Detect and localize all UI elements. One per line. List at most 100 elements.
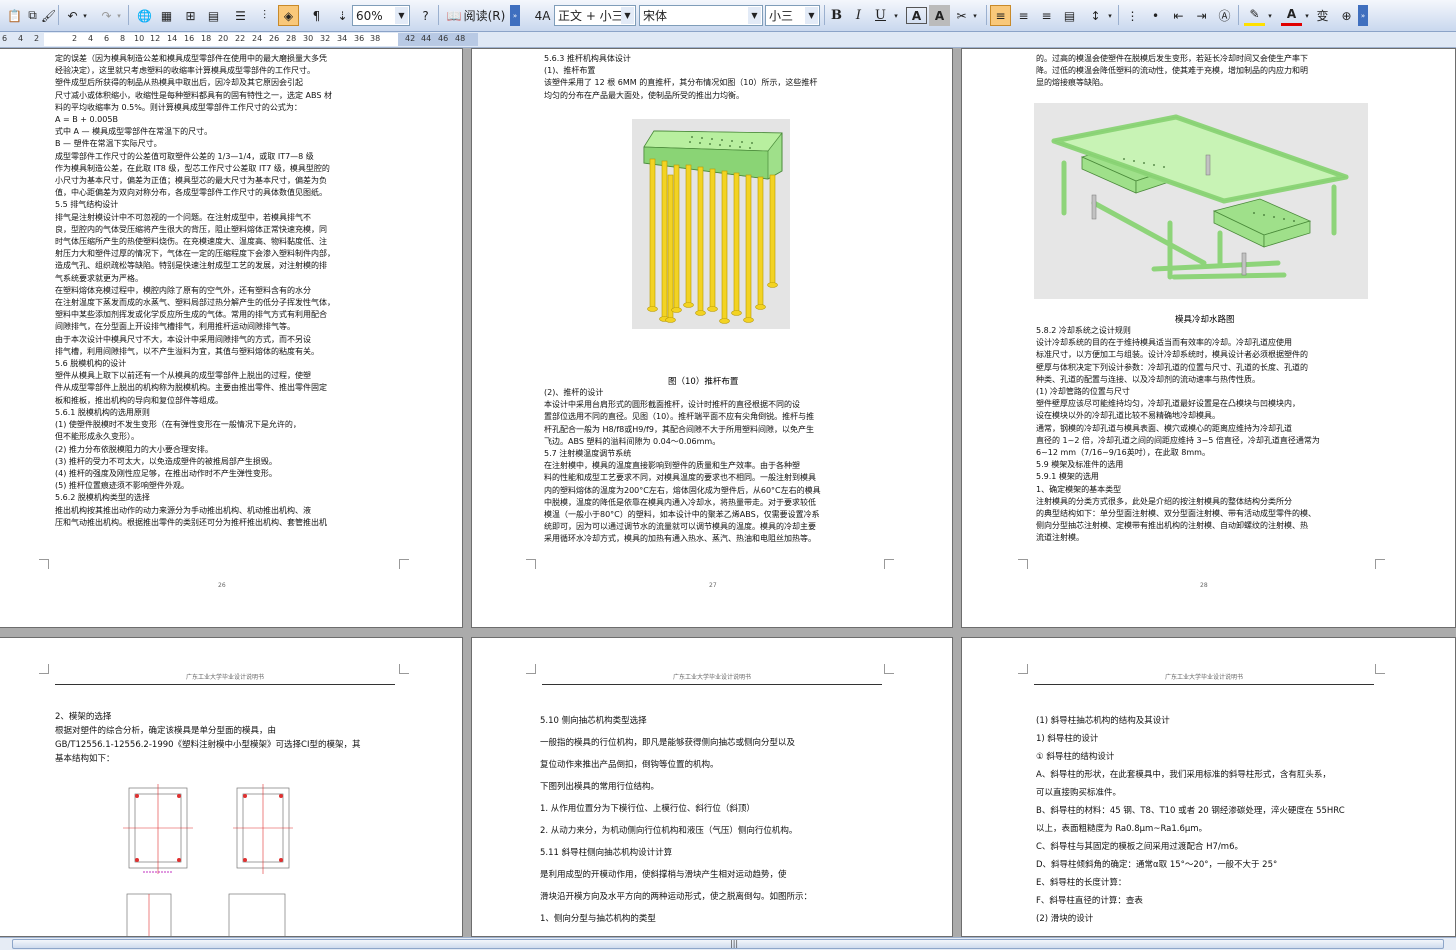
ruler-tick: 8 [120, 34, 126, 43]
document-page[interactable]: 广东工业大学毕业设计说明书 5.10 侧向抽芯机构类型选择 一般指的模具的行位机… [471, 637, 953, 937]
char-scale-icon[interactable]: ✂ [951, 5, 972, 26]
help-icon[interactable]: ? [415, 5, 436, 26]
ruler-tick: 10 [134, 34, 145, 43]
styles-icon[interactable]: 4A [532, 5, 553, 26]
formatting-toolbar: 📋 ⧉ 🖌 ↶ ▾ ↷ ▾ 🌐 ▦ ⊞ ▤ ☰ ⫶ ◈ ¶ ⇣ 60% ▼ ? … [0, 0, 1456, 32]
font-color-icon[interactable]: A [1281, 5, 1302, 26]
insert-table-icon[interactable]: ⊞ [180, 5, 201, 26]
text-line: 压和气动推出机构。根据推出零件的类别还可分为推杆推出机构、套管推出机 [55, 517, 327, 527]
drawing-icon[interactable]: ⫶ [254, 5, 275, 26]
text-line: 塑件壁厚应该尽可能维持均匀，冷却孔道最好设置是在凸模块与凹模块内， [1036, 399, 1300, 409]
ruler-tick: 14 [167, 34, 178, 43]
columns-icon[interactable]: ☰ [230, 5, 251, 26]
hyperlink-icon[interactable]: 🌐 [134, 5, 155, 26]
ruler-tick: 38 [370, 34, 381, 43]
increase-indent-icon[interactable]: ⇥ [1191, 5, 1212, 26]
text-line: 1、确定模架的基本类型 [1036, 484, 1122, 494]
paragraph-mark-icon[interactable]: ⇣ [332, 5, 353, 26]
underline-button[interactable]: U [870, 5, 891, 26]
page-body-text: 5.8.2 冷却系统之设计规则 设计冷却系统的目的在于维持模具适当而有效率的冷却… [1036, 325, 1370, 545]
italic-button[interactable]: I [848, 5, 869, 26]
font-size-select[interactable]: 小三 ▼ [765, 5, 820, 26]
text-line: 推出机构按其推出动作的动力来源分为手动推出机构、机动推出机构、液 [55, 505, 311, 515]
text-line: 标准尺寸，以方便加工与组装。设计冷却系统时，模具设计者必须根据塑件的 [1036, 350, 1308, 360]
redo-dropdown-icon[interactable]: ▾ [114, 5, 124, 26]
line-spacing-dropdown-icon[interactable]: ▾ [1105, 5, 1115, 26]
horizontal-ruler[interactable]: 6 4 2 2 4 6 8 10 12 14 16 18 20 22 24 26… [0, 32, 1456, 48]
phonetic-guide-icon[interactable]: 变 [1312, 5, 1333, 26]
char-border-button[interactable]: A [906, 7, 927, 24]
align-left-icon[interactable]: ≡ [990, 5, 1011, 26]
separator [986, 5, 987, 25]
highlight-icon[interactable]: ✎ [1244, 5, 1265, 26]
text-line: 气系统要求就更为严格。 [55, 273, 143, 283]
text-line: 值，中心距偏差为双向对称分布，各成型零部件工作尺寸的具体数值见图纸。 [55, 188, 327, 198]
enclose-chars-icon[interactable]: ⊕ [1336, 5, 1357, 26]
text-line: 5.7 注射模温度调节系统 [544, 449, 632, 459]
separator [1118, 5, 1119, 25]
document-page[interactable]: 的。过高的模温会使塑件在脱模后发生变形，若延长冷却时间又会使生产率下 降。过低的模… [961, 48, 1456, 628]
text-line: C、斜导柱与其固定的模板之间采用过渡配合 H7/m6。 [1036, 842, 1243, 852]
ruler-tick: 28 [286, 34, 297, 43]
char-shading-button[interactable]: A [929, 5, 950, 26]
font-select[interactable]: 宋体 ▼ [639, 5, 763, 26]
text-line: 6~12 mm（7/16~9/16英吋），在此取 8mm。 [1036, 448, 1210, 458]
text-line: (4) 推杆的强度及刚性应足够，在推出动作时不产生弹性变形。 [55, 468, 277, 478]
style-select[interactable]: 正文 + 小三 ▼ [554, 5, 636, 26]
page-body-text: 5.6.3 推杆机构具体设计 (1)、推杆布置 该塑件采用了 12 根 6MM 的… [544, 53, 884, 102]
highlight-dropdown-icon[interactable]: ▾ [1265, 5, 1275, 26]
text-line: 内的塑料熔体的温度为200°C左右，熔体固化成为塑件后，从60°C左右的模具 [544, 485, 821, 495]
align-center-icon[interactable]: ≡ [1013, 5, 1034, 26]
bold-button[interactable]: B [826, 5, 847, 26]
decrease-indent-icon[interactable]: ⇤ [1168, 5, 1189, 26]
text-line: 5.10 侧向抽芯机构类型选择 [540, 716, 647, 726]
text-line: 5.6.2 脱模机构类型的选择 [55, 493, 150, 503]
align-right-icon[interactable]: ≡ [1036, 5, 1057, 26]
font-color-dropdown-icon[interactable]: ▾ [1302, 5, 1312, 26]
separator [58, 5, 59, 25]
document-page[interactable]: 广东工业大学毕业设计说明书 (1) 斜导柱抽芯机构的结构及其设计 1) 斜导柱的设… [961, 637, 1456, 937]
document-page[interactable]: 5.6.3 推杆机构具体设计 (1)、推杆布置 该塑件采用了 12 根 6MM 的… [471, 48, 953, 628]
numbering-icon[interactable]: ⋮ [1122, 5, 1143, 26]
text-line: ① 斜导柱的结构设计 [1036, 752, 1115, 762]
document-page[interactable]: 定的误差（因为模具制造公差和模具成型零部件在使用中的最大磨损量大多凭 经验决定），… [0, 48, 463, 628]
undo-dropdown-icon[interactable]: ▾ [80, 5, 90, 26]
text-line: (2) 滑块的设计 [1036, 914, 1094, 924]
text-line: 可以直接购买标准件。 [1036, 788, 1122, 798]
font-size-value: 小三 [769, 9, 794, 23]
insert-excel-icon[interactable]: ▤ [203, 5, 224, 26]
text-line: A、斜导柱的形状，在此套模具中，我们采用标准的斜导柱形式，含有肛头系， [1036, 770, 1331, 780]
toolbar-options-icon[interactable]: » [1358, 5, 1368, 26]
change-case-icon[interactable]: Ⓐ [1214, 5, 1235, 26]
separator [824, 5, 825, 25]
text-line: 采用循环水冷却方式，模具的加热有通入热水、蒸汽、热油和电阻丝加热等。 [544, 534, 816, 544]
read-mode-button[interactable]: 📖 阅读(R) [444, 5, 508, 26]
text-line: 在注射温度下蒸发而成的水蒸气、塑料局部过热分解产生的低分子挥发性气体， [55, 298, 335, 308]
document-map-icon[interactable]: ◈ [278, 5, 299, 26]
char-scale-dropdown-icon[interactable]: ▾ [970, 5, 980, 26]
bullets-icon[interactable]: • [1145, 5, 1166, 26]
ruler-tick: 22 [235, 34, 246, 43]
justify-icon[interactable]: ▤ [1059, 5, 1080, 26]
page-body-text: 定的误差（因为模具制造公差和模具成型零部件在使用中的最大磨损量大多凭 经验决定），… [55, 53, 395, 529]
zoom-select[interactable]: 60% ▼ [352, 5, 410, 26]
document-page[interactable]: 广东工业大学毕业设计说明书 2、模架的选择 根据对塑件的综合分析，确定该模具是单… [0, 637, 463, 937]
underline-dropdown-icon[interactable]: ▾ [891, 5, 901, 26]
style-value: 正文 + 小三 [558, 9, 624, 23]
crop-mark [526, 559, 536, 569]
format-painter-icon[interactable]: 🖌 [38, 5, 59, 26]
text-line: 1. 从作用位置分为下模行位、上模行位、斜行位（斜顶） [540, 804, 755, 814]
text-line: B — 塑件在常温下实际尺寸。 [55, 139, 162, 149]
line-spacing-icon[interactable]: ↕ [1085, 5, 1106, 26]
text-line: F、斜导柱直径的计算：查表 [1036, 896, 1143, 906]
horizontal-scrollbar[interactable]: ||| [0, 937, 1456, 950]
text-line: 该塑件采用了 12 根 6MM 的直推杆，其分布情况如图（10）所示，这些推杆 [544, 78, 818, 88]
text-line: 复位动作来推出产品倒扣，倒钩等位置的机构。 [540, 760, 719, 770]
scrollbar-thumb[interactable] [12, 939, 1444, 949]
toolbar-options-icon[interactable]: » [510, 5, 520, 26]
ruler-tick: 16 [184, 34, 195, 43]
text-line: (2) 推力分布依脱模阻力的大小要合理安排。 [55, 444, 213, 454]
show-formatting-icon[interactable]: ¶ [306, 5, 327, 26]
tables-borders-icon[interactable]: ▦ [156, 5, 177, 26]
page-body-text: 2、模架的选择 根据对塑件的综合分析，确定该模具是单分型面的模具，由 GB/T12… [55, 710, 395, 766]
